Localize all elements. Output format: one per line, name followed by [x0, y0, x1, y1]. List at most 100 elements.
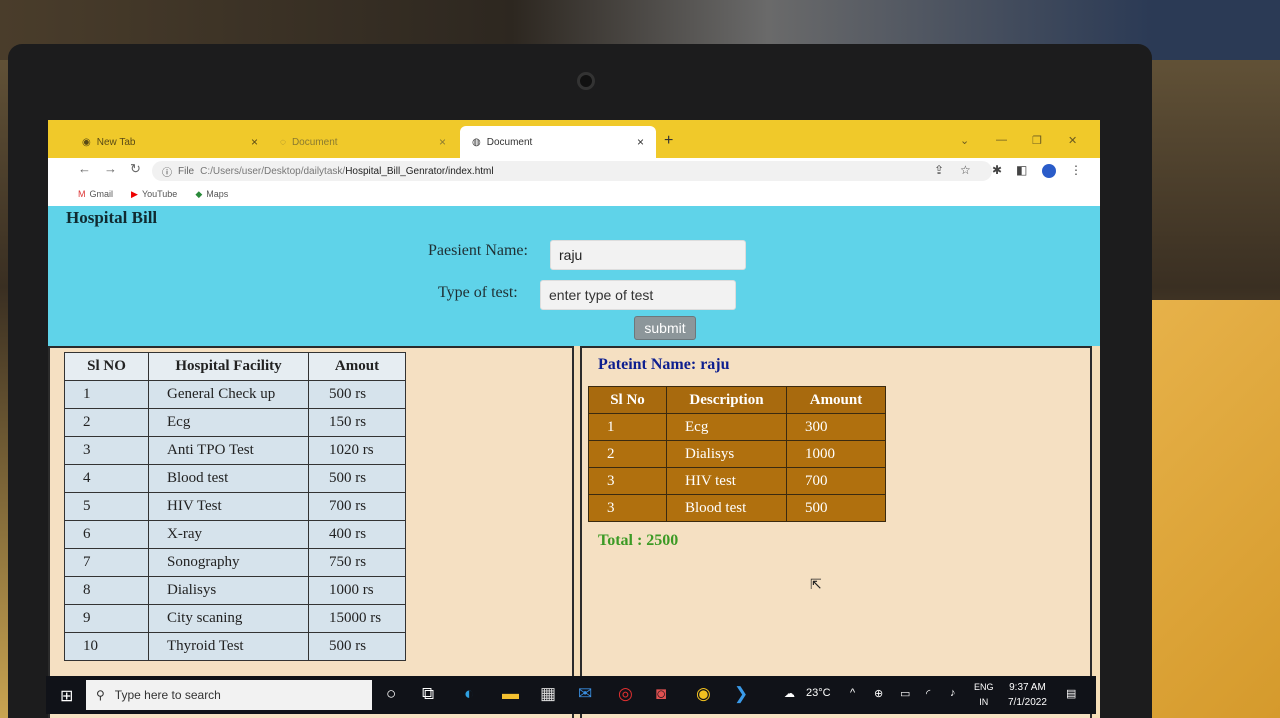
- chevron-down-icon[interactable]: ⌄: [960, 134, 969, 147]
- wifi-icon[interactable]: ◜: [926, 687, 930, 700]
- tab-document-active[interactable]: ◍ Document ×: [460, 126, 656, 158]
- task-view-icon[interactable]: ⧉: [422, 684, 434, 704]
- reload-icon[interactable]: ↻: [130, 161, 141, 177]
- table-cell: City scaning: [148, 604, 309, 633]
- test-type-input[interactable]: [540, 280, 736, 310]
- table-cell: 3: [588, 494, 667, 522]
- facility-table-body: 1 General Check up 500 rs 2 Ecg 150 rs 3 Anti T…: [64, 380, 406, 661]
- table-cell: 700: [786, 467, 886, 495]
- youtube-icon: ▶: [131, 188, 138, 199]
- table-cell: 1000: [786, 440, 886, 468]
- table-cell: Ecg: [148, 408, 309, 437]
- avatar[interactable]: [1042, 164, 1056, 178]
- column-header: Sl No: [588, 386, 667, 414]
- vscode-icon[interactable]: ❯: [734, 684, 748, 704]
- table-cell: Dialisys: [148, 576, 309, 605]
- bookmark-gmail[interactable]: M Gmail: [78, 189, 113, 199]
- table-row: 2 Ecg 150 rs: [64, 408, 406, 437]
- tab-title: New Tab: [96, 136, 136, 148]
- table-row: 3 Anti TPO Test 1020 rs: [64, 436, 406, 465]
- table-cell: 700 rs: [308, 492, 406, 521]
- weather-temp[interactable]: 23°C: [806, 687, 831, 699]
- table-cell: 3: [64, 436, 149, 465]
- notification-icon[interactable]: ▤: [1066, 687, 1076, 700]
- test-type-label: Type of test:: [438, 284, 518, 301]
- extensions-icon[interactable]: ✱: [992, 163, 1002, 177]
- table-row: 5 HIV Test 700 rs: [64, 492, 406, 521]
- submit-button[interactable]: submit: [634, 316, 696, 340]
- url-scheme: File: [178, 165, 195, 177]
- close-icon[interactable]: ×: [439, 135, 446, 149]
- browser-tab-bar: ◉ New Tab × ◌ Document × ◍ Document × + …: [48, 120, 1100, 158]
- close-icon[interactable]: ×: [251, 135, 258, 149]
- webcam: [577, 72, 595, 90]
- table-cell: Anti TPO Test: [148, 436, 309, 465]
- language-indicator[interactable]: ENG IN: [974, 680, 994, 710]
- table-cell: 4: [64, 464, 149, 493]
- table-cell: Thyroid Test: [148, 632, 309, 661]
- windows-taskbar: ⊞ ⚲ Type here to search ○ ⧉ ◐ ▬ ▦ ✉ ◎ ◙ …: [46, 676, 1096, 714]
- battery-icon[interactable]: ▭: [900, 687, 910, 700]
- table-cell: 9: [64, 604, 149, 633]
- restore-icon[interactable]: ❐: [1032, 134, 1042, 147]
- table-cell: Ecg: [666, 413, 787, 441]
- table-cell: 1000 rs: [308, 576, 406, 605]
- desk-surface: [1140, 300, 1280, 718]
- tab-document-1[interactable]: ◌ Document ×: [268, 126, 458, 158]
- table-header-row: Sl No Description Amount: [588, 386, 886, 414]
- back-icon[interactable]: ←: [78, 161, 91, 176]
- app-icon[interactable]: ◎: [618, 684, 633, 704]
- table-row: 3 HIV test 700: [588, 467, 886, 495]
- forward-icon[interactable]: →: [104, 161, 117, 176]
- table-cell: 750 rs: [308, 548, 406, 577]
- facility-panel: Sl NO Hospital Facility Amout 1 General C…: [48, 346, 574, 718]
- minimize-icon[interactable]: —: [996, 134, 1007, 146]
- window-close-icon[interactable]: ✕: [1068, 134, 1077, 147]
- chevron-up-icon[interactable]: ^: [850, 687, 855, 699]
- patient-name-input[interactable]: [550, 240, 746, 270]
- volume-icon[interactable]: ♪: [950, 687, 956, 699]
- bill-panel: Pateint Name: raju Sl No Description Amo…: [580, 346, 1092, 718]
- windows-start-icon[interactable]: ⊞: [60, 686, 73, 706]
- new-tab-icon[interactable]: +: [664, 132, 673, 150]
- table-row: 7 Sonography 750 rs: [64, 548, 406, 577]
- mouse-cursor-icon: ⇱: [810, 576, 822, 592]
- table-row: 8 Dialisys 1000 rs: [64, 576, 406, 605]
- share-icon[interactable]: ⇪: [934, 163, 944, 177]
- network-icon[interactable]: ⊕: [874, 687, 883, 700]
- patient-name-heading: Pateint Name: raju: [598, 356, 730, 373]
- chrome-taskbar-icon[interactable]: ◉: [696, 684, 711, 704]
- edge-icon[interactable]: ◐: [464, 684, 474, 704]
- globe-icon: ◍: [472, 136, 481, 148]
- file-explorer-icon[interactable]: ▬: [502, 684, 519, 704]
- bookmark-maps[interactable]: ◆ Maps: [195, 189, 228, 200]
- bill-total: Total : 2500: [598, 532, 679, 549]
- info-icon: ⓘ: [162, 167, 172, 179]
- star-icon[interactable]: ☆: [960, 163, 971, 177]
- tab-title: Document: [291, 136, 338, 148]
- clock-time: 9:37 AM: [1009, 682, 1046, 693]
- tab-new-tab[interactable]: ◉ New Tab ×: [70, 126, 270, 158]
- table-header-row: Sl NO Hospital Facility Amout: [64, 352, 406, 381]
- camera-app-icon[interactable]: ◙: [656, 684, 666, 704]
- table-cell: 500: [786, 494, 886, 522]
- mail-icon[interactable]: ✉: [578, 684, 592, 704]
- sidepanel-icon[interactable]: ◧: [1016, 163, 1027, 177]
- url-input[interactable]: ⓘ File C:/Users/user/Desktop/dailytask/H…: [152, 161, 992, 181]
- taskbar-search-input[interactable]: ⚲ Type here to search: [86, 680, 372, 710]
- bookmark-youtube[interactable]: ▶ YouTube: [131, 189, 177, 200]
- column-header: Hospital Facility: [148, 352, 309, 381]
- bill-table: Sl No Description Amount 1 Ecg 300 2 Dialisy…: [588, 386, 886, 522]
- cortana-icon[interactable]: ○: [386, 684, 396, 704]
- clock-date: 7/1/2022: [1008, 697, 1047, 708]
- menu-icon[interactable]: ⋮: [1070, 163, 1082, 177]
- clock[interactable]: 9:37 AM 7/1/2022: [1008, 680, 1047, 710]
- column-header: Sl NO: [64, 352, 149, 381]
- weather-icon: ☁: [784, 688, 795, 700]
- table-cell: Blood test: [666, 494, 787, 522]
- table-cell: 500 rs: [308, 464, 406, 493]
- gmail-icon: M: [78, 189, 86, 199]
- close-icon[interactable]: ×: [637, 135, 644, 149]
- store-icon[interactable]: ▦: [540, 684, 556, 704]
- bill-table-body: 1 Ecg 300 2 Dialisys 1000 3 HIV test 700 3 Blood t…: [588, 413, 886, 522]
